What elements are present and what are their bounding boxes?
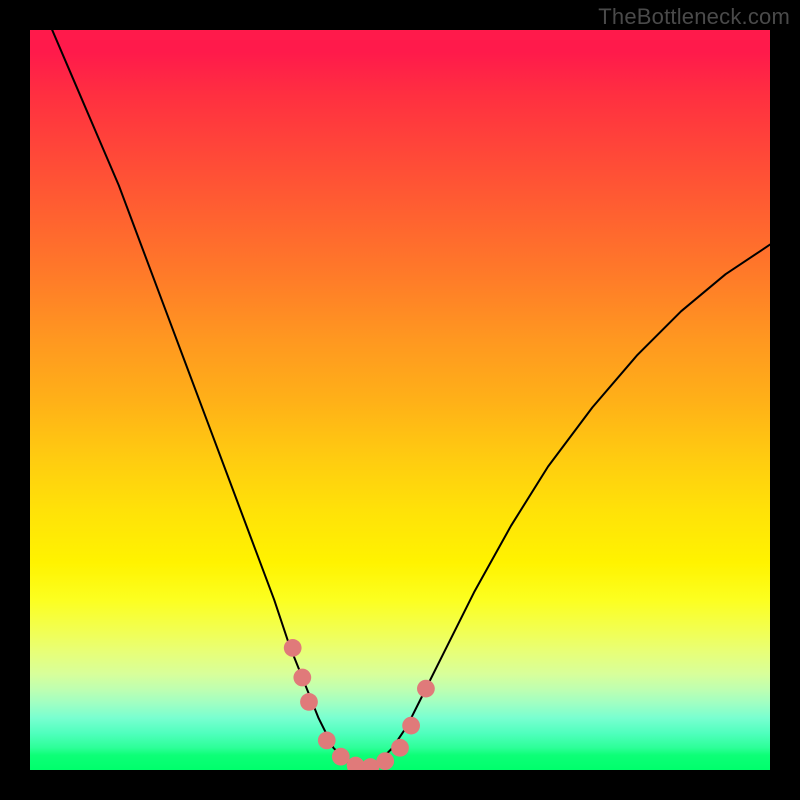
- marker-point-h: [376, 752, 394, 770]
- marker-point-k: [417, 680, 435, 698]
- marker-point-c: [300, 693, 318, 711]
- chart-svg: [30, 30, 770, 770]
- marker-point-d: [318, 732, 336, 750]
- marker-point-b: [293, 669, 311, 687]
- plot-area: [30, 30, 770, 770]
- marker-point-a: [284, 639, 302, 657]
- outer-frame: TheBottleneck.com: [0, 0, 800, 800]
- series-bottleneck-curve: [30, 30, 770, 770]
- marker-point-i: [391, 739, 409, 757]
- watermark-text: TheBottleneck.com: [598, 4, 790, 30]
- marker-point-j: [402, 717, 420, 735]
- marker-point-e: [332, 748, 350, 766]
